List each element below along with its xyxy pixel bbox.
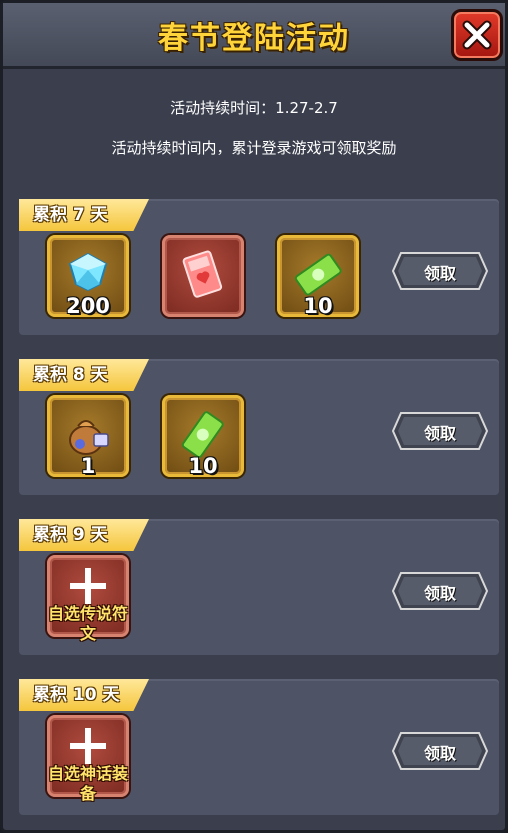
close-icon	[462, 20, 492, 50]
claim-button[interactable]: 领取	[391, 731, 489, 771]
item-quantity: 1	[80, 454, 96, 478]
reward-row-day-10: 累积 10 天 自选神话装备 领取	[19, 679, 499, 815]
event-description: 活动持续时间内，累计登录游戏可领取奖励	[111, 139, 397, 157]
claim-label: 领取	[423, 744, 456, 763]
claim-label: 领取	[423, 264, 456, 283]
item-label: 自选传说符文	[47, 604, 128, 643]
reward-item-legendary-rune-choice[interactable]: 自选传说符文	[47, 555, 129, 643]
reward-item-green-ticket[interactable]: 10	[277, 235, 359, 318]
reward-item-red-card[interactable]	[162, 235, 244, 317]
reward-row-day-9: 累积 9 天 自选传说符文 领取	[19, 519, 499, 655]
reward-row-day-7: 累积 7 天 200 10 领取	[19, 199, 499, 335]
item-label: 自选神话装备	[47, 764, 128, 803]
claim-button[interactable]: 领取	[391, 571, 489, 611]
row-tag: 累积 9 天	[19, 519, 149, 551]
row-tag: 累积 8 天	[19, 359, 149, 391]
page-title: 春节登陆活动	[158, 21, 350, 56]
claim-button[interactable]: 领取	[391, 251, 489, 291]
reward-row-day-8: 累积 8 天 1 10 领取	[19, 359, 499, 495]
red-card-icon	[182, 250, 223, 298]
item-quantity: 200	[66, 294, 110, 318]
claim-button[interactable]: 领取	[391, 411, 489, 451]
reward-item-green-ticket[interactable]: 10	[162, 395, 244, 478]
reward-item-bag[interactable]: 1	[47, 395, 129, 478]
claim-label: 领取	[423, 584, 456, 603]
claim-label: 领取	[423, 424, 456, 443]
event-panel: 春节登陆活动 活动持续时间：1.27-2.7 活动持续时间内，累计登录游戏可领取…	[0, 0, 508, 833]
panel-header: 春节登陆活动	[3, 3, 505, 69]
row-tag: 累积 7 天	[19, 199, 149, 231]
item-quantity: 10	[188, 454, 218, 478]
reward-item-diamond[interactable]: 200	[47, 235, 129, 318]
item-quantity: 10	[303, 294, 333, 318]
close-button[interactable]	[451, 9, 503, 61]
row-tag: 累积 10 天	[19, 679, 149, 711]
reward-item-mythic-gear-choice[interactable]: 自选神话装备	[47, 715, 129, 803]
event-duration: 活动持续时间：1.27-2.7	[170, 99, 338, 117]
